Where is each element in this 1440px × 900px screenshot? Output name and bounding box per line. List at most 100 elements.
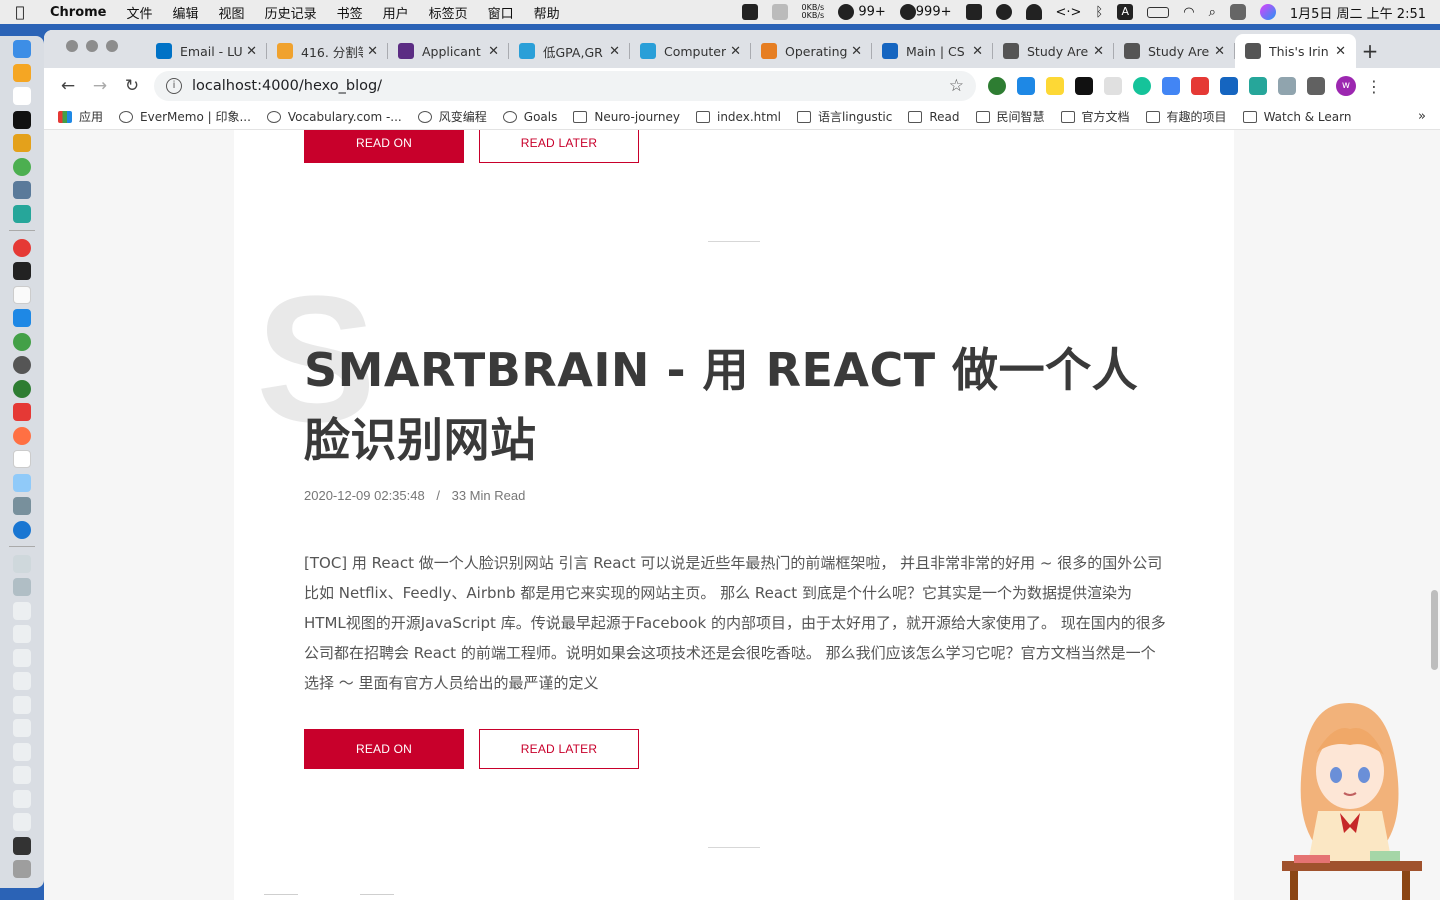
creative-cloud-icon[interactable] bbox=[995, 4, 1012, 20]
menu-view[interactable]: 视图 bbox=[209, 3, 255, 22]
grammarly-icon[interactable] bbox=[1133, 77, 1151, 95]
menu-window[interactable]: 窗口 bbox=[478, 3, 524, 22]
bookmark-item[interactable]: 语言lingustic bbox=[796, 108, 892, 125]
profile-avatar[interactable]: w bbox=[1336, 76, 1356, 96]
extension-icon-3[interactable] bbox=[1046, 77, 1064, 95]
zoom-window-button[interactable] bbox=[106, 40, 118, 52]
safari-icon[interactable] bbox=[13, 520, 31, 539]
cat-status-icon[interactable] bbox=[741, 4, 758, 20]
bookmark-item[interactable]: 民间智慧 bbox=[975, 108, 1045, 125]
hat-status-icon[interactable] bbox=[1025, 4, 1042, 20]
menu-history[interactable]: 历史记录 bbox=[255, 3, 327, 22]
firefox-icon[interactable] bbox=[13, 426, 31, 445]
window-thumb-icon[interactable] bbox=[13, 672, 31, 690]
extension-icon-10[interactable] bbox=[1249, 77, 1267, 95]
prev-read-on-button[interactable]: READ ON bbox=[304, 130, 464, 163]
wechat-status[interactable]: 99+ bbox=[838, 4, 886, 20]
bookmark-item[interactable]: index.html bbox=[695, 110, 781, 124]
live2d-mascot-image[interactable] bbox=[1274, 693, 1426, 900]
notes-icon[interactable] bbox=[13, 87, 31, 105]
app-icon-19[interactable] bbox=[13, 497, 31, 515]
extension-icon-11[interactable] bbox=[1278, 77, 1296, 95]
browser-tab[interactable]: Study Are ✕ bbox=[1114, 34, 1235, 68]
browser-tab[interactable]: Applicant ✕ bbox=[388, 34, 509, 68]
evernote-extension-icon[interactable] bbox=[988, 77, 1006, 95]
bookmark-item[interactable]: Watch & Learn bbox=[1242, 110, 1351, 124]
page-scrollbar[interactable] bbox=[1431, 590, 1438, 670]
read-on-button[interactable]: READ ON bbox=[304, 729, 464, 769]
trash-icon[interactable] bbox=[13, 860, 31, 878]
menu-people[interactable]: 用户 bbox=[373, 3, 419, 22]
ghost-status-icon[interactable] bbox=[771, 4, 788, 20]
code-status-icon[interactable]: <·> bbox=[1056, 5, 1082, 20]
address-bar[interactable]: i localhost:4000/hexo_blog/ ☆ bbox=[154, 71, 976, 101]
extension-icon-5[interactable] bbox=[1104, 77, 1122, 95]
vscode-icon[interactable] bbox=[13, 309, 31, 327]
bookmark-star-icon[interactable]: ☆ bbox=[949, 76, 964, 96]
tab-close-icon[interactable]: ✕ bbox=[488, 44, 499, 59]
browser-tab[interactable]: Computer ✕ bbox=[630, 34, 751, 68]
window-thumb-icon[interactable] bbox=[13, 789, 31, 808]
bookmark-item[interactable]: Read bbox=[908, 110, 960, 124]
address-url[interactable]: localhost:4000/hexo_blog/ bbox=[192, 78, 382, 94]
browser-tab[interactable]: Operating ✕ bbox=[751, 34, 872, 68]
chrome-menu-icon[interactable]: ⋮ bbox=[1366, 77, 1382, 96]
sublime-icon[interactable] bbox=[13, 134, 31, 152]
bookmark-item[interactable]: 有趣的项目 bbox=[1145, 108, 1227, 125]
tab-close-icon[interactable]: ✕ bbox=[1093, 44, 1104, 59]
bookmark-item[interactable]: Vocabulary.com -... bbox=[266, 110, 402, 124]
control-center-icon[interactable] bbox=[1229, 4, 1246, 20]
tab-close-icon[interactable]: ✕ bbox=[1214, 44, 1225, 59]
app-menu-chrome[interactable]: Chrome bbox=[40, 5, 117, 20]
bluetooth-icon[interactable]: ᛒ bbox=[1095, 5, 1103, 20]
bookmark-item[interactable]: 官方文档 bbox=[1060, 108, 1130, 125]
battery-icon[interactable] bbox=[1147, 6, 1170, 18]
menu-bookmarks[interactable]: 书签 bbox=[327, 3, 373, 22]
browser-tab[interactable]: Study Are ✕ bbox=[993, 34, 1114, 68]
window-thumb-icon[interactable] bbox=[13, 625, 31, 643]
read-later-button[interactable]: READ LATER bbox=[479, 729, 639, 769]
bookmarks-overflow-button[interactable]: » bbox=[1418, 109, 1426, 124]
translate-icon[interactable] bbox=[1162, 77, 1180, 95]
grid-status-icon[interactable] bbox=[965, 4, 982, 20]
window-thumb-icon[interactable] bbox=[13, 766, 31, 784]
notion-extension-icon[interactable] bbox=[1075, 77, 1093, 95]
tab-close-icon[interactable]: ✕ bbox=[972, 44, 983, 59]
document-icon[interactable] bbox=[13, 554, 31, 573]
close-window-button[interactable] bbox=[66, 40, 78, 52]
tab-close-icon[interactable]: ✕ bbox=[1335, 44, 1346, 59]
app-icon-8[interactable] bbox=[13, 204, 31, 223]
tab-close-icon[interactable]: ✕ bbox=[609, 44, 620, 59]
siri-icon[interactable] bbox=[1259, 4, 1276, 20]
spotlight-search-icon[interactable]: ⌕ bbox=[1209, 5, 1216, 20]
apple-menu-icon[interactable]:  bbox=[0, 3, 40, 21]
netease-music-icon[interactable] bbox=[13, 238, 31, 257]
menubar-clock[interactable]: 1月5日 周二 上午 2:51 bbox=[1290, 3, 1426, 22]
window-thumb-icon[interactable] bbox=[13, 695, 31, 714]
browser-tab[interactable]: This's Irin ✕ bbox=[1235, 34, 1356, 68]
window-thumb-icon[interactable] bbox=[13, 813, 31, 831]
finder-icon[interactable] bbox=[13, 40, 31, 58]
window-thumb-icon[interactable] bbox=[13, 648, 31, 667]
extension-icon-9[interactable] bbox=[1220, 77, 1238, 95]
chrome-icon[interactable] bbox=[13, 157, 31, 176]
tab-close-icon[interactable]: ✕ bbox=[851, 44, 862, 59]
menu-tab[interactable]: 标签页 bbox=[419, 3, 478, 22]
terminal-icon[interactable] bbox=[13, 262, 31, 280]
window-thumb-icon[interactable] bbox=[13, 719, 31, 737]
xmind-icon[interactable] bbox=[13, 403, 31, 421]
bookmark-item[interactable]: 风变编程 bbox=[417, 108, 487, 125]
tab-close-icon[interactable]: ✕ bbox=[367, 44, 378, 59]
bookmark-item[interactable]: EverMemo | 印象... bbox=[119, 108, 251, 125]
reload-button[interactable]: ↻ bbox=[116, 72, 148, 100]
typora-icon[interactable] bbox=[13, 285, 31, 304]
textedit-icon[interactable] bbox=[13, 450, 31, 468]
new-tab-button[interactable]: + bbox=[1356, 34, 1384, 68]
launchpad-icon[interactable] bbox=[13, 63, 31, 82]
site-info-icon[interactable]: i bbox=[166, 78, 182, 94]
menu-file[interactable]: 文件 bbox=[117, 3, 163, 22]
browser-tab[interactable]: 416. 分割等 ✕ bbox=[267, 34, 388, 68]
extension-icon-2[interactable] bbox=[1017, 77, 1035, 95]
bookmark-item[interactable]: Goals bbox=[502, 110, 557, 124]
browser-tab[interactable]: Email - LU ✕ bbox=[146, 34, 267, 68]
